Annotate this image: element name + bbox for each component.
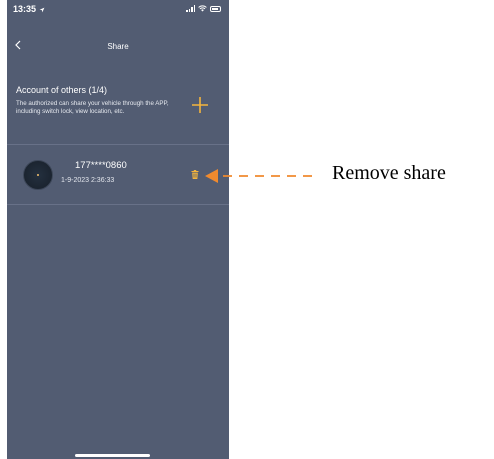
trash-icon[interactable]	[191, 170, 199, 179]
account-section-description: The authorized can share your vehicle th…	[16, 100, 169, 115]
shared-user-phone: 177****0860	[75, 160, 127, 171]
annotation-arrow	[205, 169, 318, 183]
annotation-label: Remove share	[332, 162, 446, 184]
account-section: Account of others (1/4) The authorized c…	[7, 82, 229, 144]
status-icons	[186, 5, 221, 12]
avatar	[23, 160, 53, 190]
wifi-icon	[198, 5, 207, 12]
plus-icon[interactable]	[191, 96, 209, 114]
divider	[7, 144, 229, 145]
share-list-item[interactable]: 177****0860 1-9-2023 2:36:33	[7, 146, 229, 204]
account-section-title: Account of others (1/4)	[16, 85, 108, 95]
phone-screen: 13:35 Share Account of others (1/4) The …	[7, 0, 229, 459]
home-indicator	[75, 454, 150, 457]
nav-bar: Share	[7, 36, 229, 56]
location-arrow-icon	[39, 7, 44, 12]
page-title: Share	[107, 42, 129, 51]
share-datetime: 1-9-2023 2:36:33	[61, 177, 115, 184]
divider	[7, 204, 229, 205]
status-time: 13:35	[13, 4, 45, 14]
signal-icon	[186, 5, 195, 12]
status-bar: 13:35	[7, 0, 229, 18]
battery-icon	[210, 6, 221, 12]
